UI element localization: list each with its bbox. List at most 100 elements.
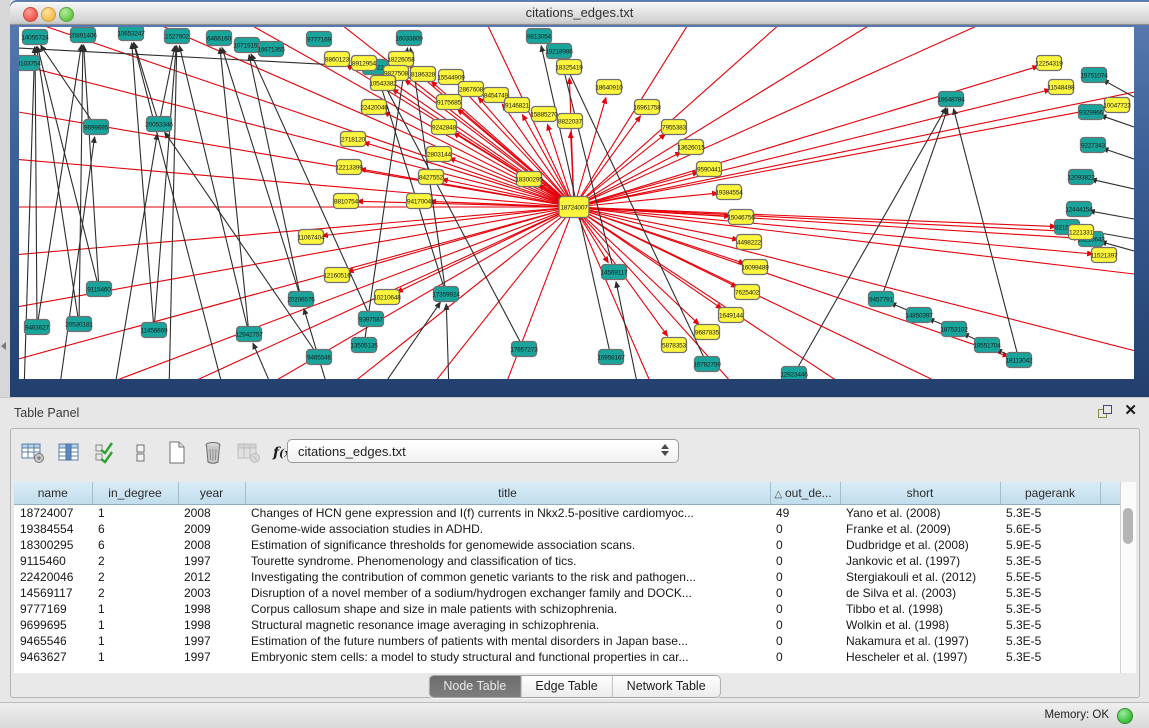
tab-network-table[interactable]: Network Table (612, 676, 720, 697)
graph-node[interactable]: 10653247 (117, 27, 145, 41)
graph-node[interactable]: 16671355 (257, 42, 285, 57)
table-row[interactable]: 1830029562008Estimation of significance … (14, 537, 1120, 553)
graph-node[interactable]: 17957273 (510, 342, 538, 357)
graph-node[interactable]: 11521397 (1091, 248, 1118, 263)
graph-node[interactable]: 6466160 (207, 31, 232, 46)
graph-node[interactable]: 18640910 (595, 80, 623, 95)
graph-node[interactable]: 12942757 (235, 327, 263, 342)
graph-node[interactable]: 9699695 (84, 120, 109, 135)
table-row[interactable]: 1456911722003Disruption of a novel membe… (14, 585, 1120, 601)
window-titlebar[interactable]: citations_edges.txt (10, 2, 1149, 25)
graph-node[interactable]: 19218986 (545, 44, 573, 59)
graph-node[interactable]: 1527602 (165, 29, 190, 44)
graph-node[interactable]: 16782759 (693, 357, 721, 372)
column-header-short[interactable]: short (840, 482, 1000, 505)
graph-node[interactable]: 7625402 (735, 285, 760, 300)
graph-node[interactable]: 13505135 (350, 338, 378, 353)
table-mode-icon[interactable] (19, 440, 46, 467)
graph-node[interactable]: 9457791 (869, 292, 894, 307)
toggle-split-icon[interactable] (127, 440, 154, 467)
graph-node[interactable]: 1649144 (719, 308, 744, 323)
table-scrollbar[interactable] (1120, 482, 1136, 673)
graph-node[interactable]: 10210648 (373, 290, 401, 305)
graph-node[interactable]: 9227343 (1081, 138, 1106, 153)
graph-node[interactable]: 9242848 (432, 120, 457, 135)
graph-node[interactable]: 18300295 (515, 172, 543, 187)
graph-node[interactable]: 9146821 (505, 98, 530, 113)
graph-node[interactable]: 14055724 (21, 30, 49, 45)
graph-node[interactable]: 17359924 (432, 287, 460, 302)
graph-node[interactable]: 1221331 (1069, 225, 1094, 240)
graph-node[interactable]: 11067404 (298, 230, 325, 245)
graph-node[interactable]: 16033809 (395, 31, 423, 46)
graph-node[interactable]: 8813054 (527, 29, 552, 44)
graph-node[interactable]: 9777169 (307, 32, 332, 47)
graph-node[interactable]: 18753102 (940, 322, 968, 337)
table-row[interactable]: 1938455462009Genome-wide association stu… (14, 521, 1120, 537)
graph-node[interactable]: 18226058 (387, 52, 415, 67)
graph-node[interactable]: 20206576 (287, 292, 315, 307)
table-row[interactable]: 1872400712008Changes of HCN gene express… (14, 505, 1120, 522)
tab-node-table[interactable]: Node Table (429, 676, 520, 697)
graph-node[interactable]: 20530181 (65, 317, 93, 332)
graph-node[interactable]: 8822037 (558, 114, 583, 129)
graph-node[interactable]: 5878353 (662, 338, 687, 353)
graph-node[interactable]: 15885270 (530, 107, 558, 122)
graph-node[interactable]: 8860123 (325, 52, 350, 67)
graph-node[interactable]: 2803144 (427, 147, 452, 162)
graph-node[interactable]: 11456869 (141, 323, 168, 338)
graph-node[interactable]: 20891406 (69, 28, 97, 43)
column-header-year[interactable]: year (178, 482, 245, 505)
graph-node[interactable]: 14850397 (905, 308, 933, 323)
delete-table-icon[interactable] (235, 440, 262, 467)
column-header-in_degree[interactable]: in_degree (92, 482, 178, 505)
graph-node[interactable]: 15046756 (727, 210, 755, 225)
graph-node[interactable]: 18113042 (1006, 353, 1033, 368)
table-row[interactable]: 977716911998Corpus callosum shape and si… (14, 601, 1120, 617)
graph-node[interactable]: 7955383 (662, 120, 687, 135)
graph-node[interactable]: 8810754 (334, 194, 359, 209)
column-header-name[interactable]: name (14, 482, 92, 505)
graph-node[interactable]: 15751074 (1080, 68, 1108, 83)
create-column-icon[interactable] (163, 440, 190, 467)
graph-node[interactable]: 2718120 (341, 132, 366, 147)
table-selector-dropdown[interactable]: citations_edges.txt (287, 439, 679, 463)
graph-node[interactable]: 12160516 (323, 268, 351, 283)
graph-node[interactable]: 19384554 (715, 185, 743, 200)
table-row[interactable]: 969969511998Structural magnetic resonanc… (14, 617, 1120, 633)
panel-collapse-handle[interactable] (1, 342, 6, 350)
graph-node[interactable]: 8912954 (352, 56, 377, 71)
graph-hub-node[interactable]: 18724007 (559, 197, 589, 218)
graph-node[interactable]: 10543382 (369, 76, 397, 91)
graph-node[interactable]: 12093822 (1067, 170, 1095, 185)
graph-node[interactable]: 9687835 (695, 325, 720, 340)
graph-node[interactable]: 16648784 (937, 92, 965, 107)
graph-node[interactable]: 16958167 (597, 350, 625, 365)
graph-node[interactable]: 19551704 (973, 338, 1001, 353)
column-header-pagerank[interactable]: pagerank (1000, 482, 1100, 505)
graph-node[interactable]: 2867608 (459, 82, 484, 97)
graph-node[interactable]: 9115460 (87, 282, 112, 297)
column-header-title[interactable]: title (245, 482, 770, 505)
graph-node[interactable]: 8427552 (419, 170, 444, 185)
graph-node[interactable]: 16961758 (633, 100, 661, 115)
graph-node[interactable]: 12213399 (335, 160, 363, 175)
column-header-out_de[interactable]: △ out_de... (770, 482, 840, 505)
graph-node[interactable]: 11548498 (1048, 80, 1075, 95)
show-columns-icon[interactable] (55, 440, 82, 467)
graph-node[interactable]: 13626015 (677, 140, 705, 155)
graph-node[interactable]: 9397587 (359, 312, 384, 327)
graph-node[interactable]: 18325419 (555, 60, 583, 75)
graph-node[interactable]: 20053346 (145, 117, 173, 132)
table-row[interactable]: 946362711997Embryonic stem cells: a mode… (14, 649, 1120, 665)
graph-node[interactable]: 10047723 (1103, 98, 1131, 113)
network-graph-canvas[interactable]: 14055724 20891406 10653247 1527602 6466160 10… (19, 27, 1134, 379)
graph-node[interactable]: 12444154 (1065, 202, 1093, 217)
close-panel-icon[interactable]: ✕ (1124, 401, 1137, 419)
table-scrollbar-thumb[interactable] (1123, 508, 1133, 544)
graph-node[interactable]: 22420046 (360, 100, 388, 115)
table-row[interactable]: 911546021997Tourette syndrome. Phenomeno… (14, 553, 1120, 569)
delete-columns-icon[interactable] (199, 440, 226, 467)
graph-node[interactable]: 8186328 (411, 67, 436, 82)
graph-node[interactable]: 9463627 (25, 320, 50, 335)
